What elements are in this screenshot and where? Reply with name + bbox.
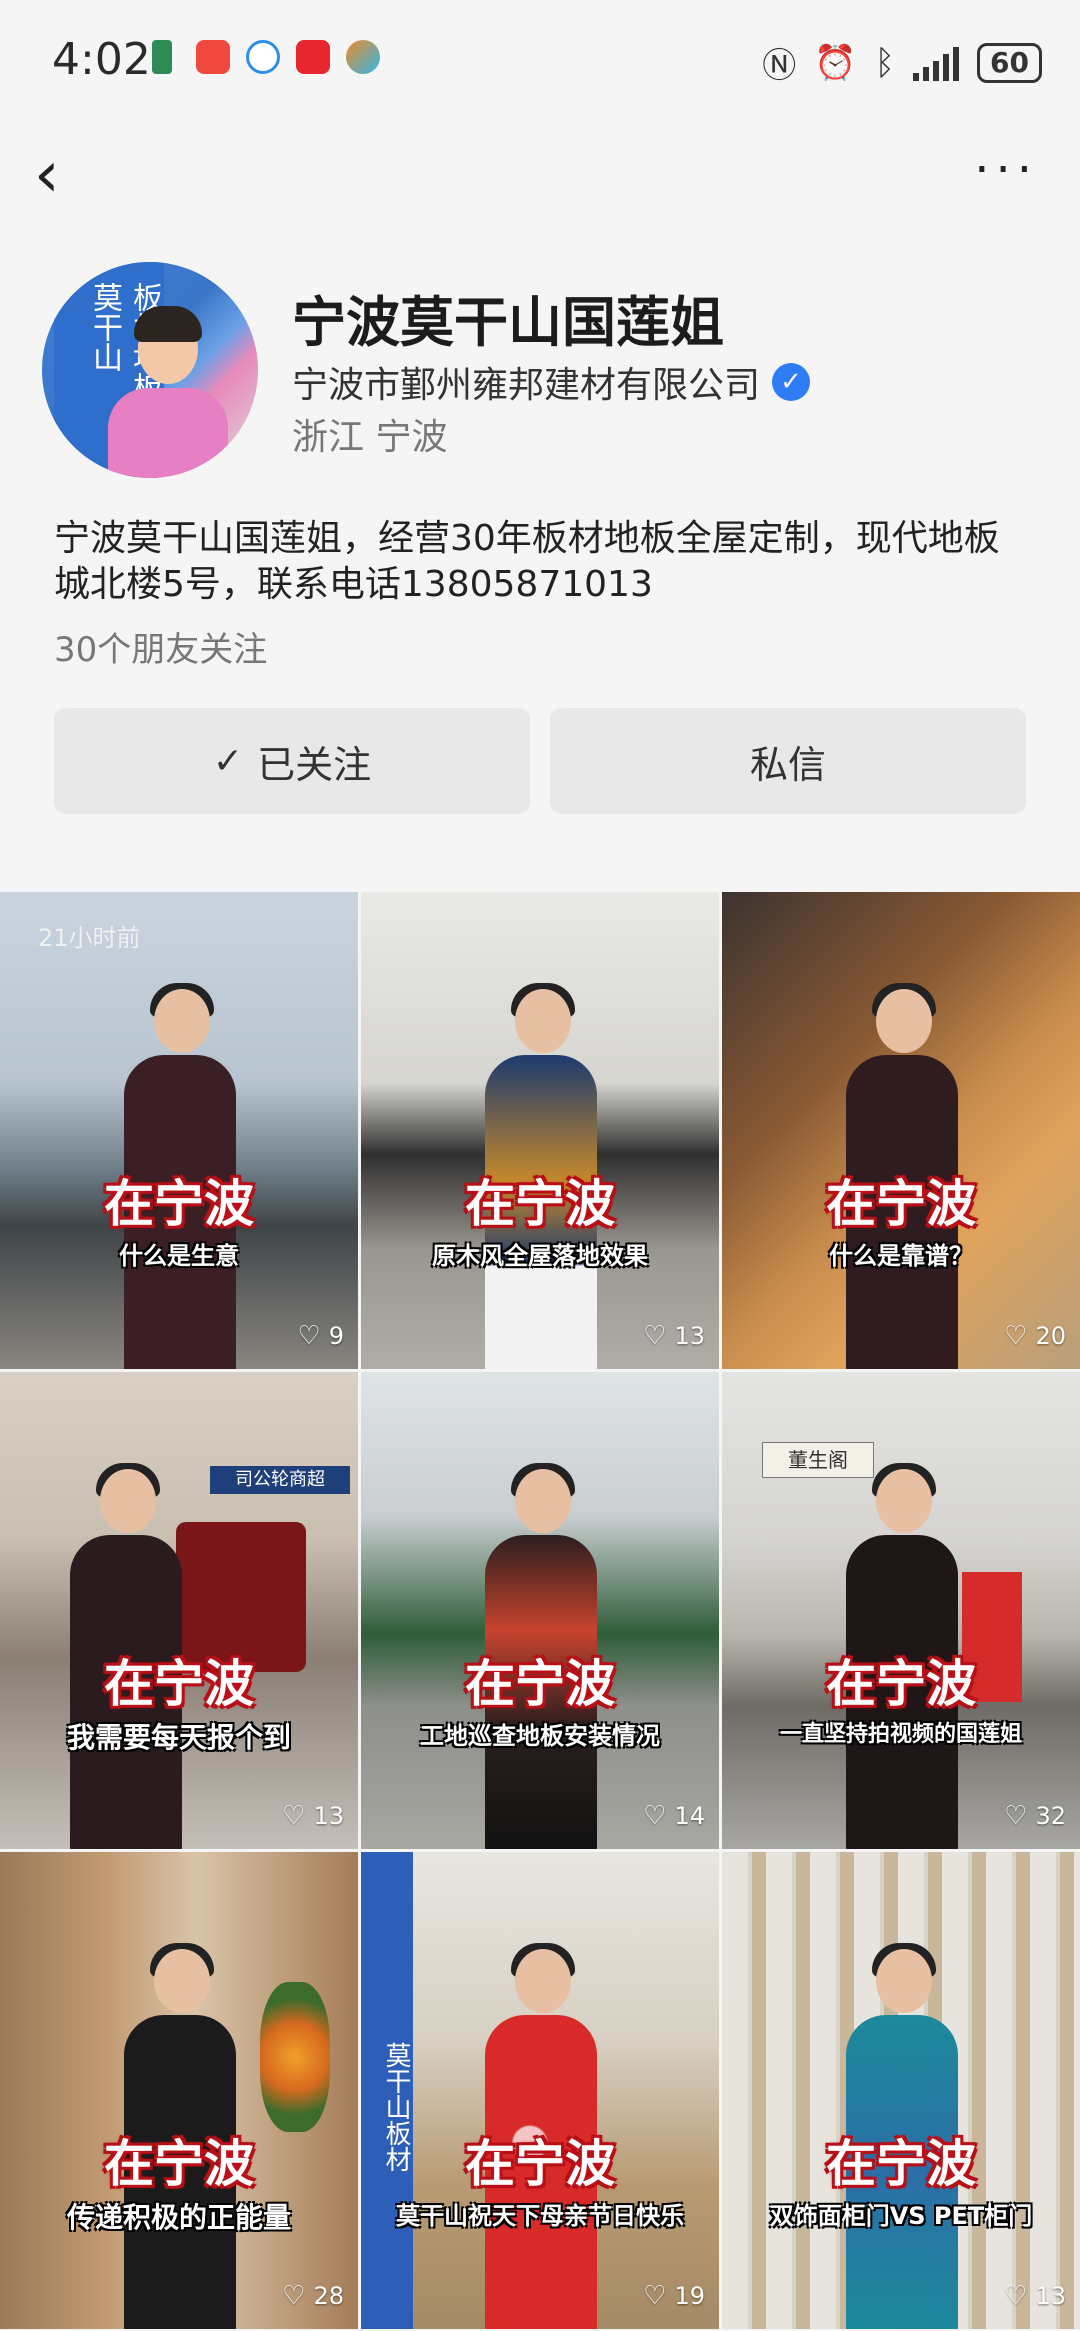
video-tile[interactable]: 在宁波 传递积极的正能量 ♡ 28 (0, 1852, 358, 2329)
verified-icon: ✓ (772, 363, 811, 401)
video-title: 在宁波 (826, 1655, 976, 1713)
video-grid: 21小时前 在宁波 什么是生意 ♡ 9 在宁波 原木风全屋落地效果 ♡ 13 在宁波… (0, 892, 1080, 2331)
status-icons: Ⓝ ⏰ ᛒ 60 (762, 38, 1042, 87)
video-title: 在宁波 (826, 2135, 976, 2193)
like-count: ♡ 13 (282, 1801, 344, 1831)
shopping-app-icon (196, 40, 230, 74)
status-time: 4:02 (52, 34, 151, 85)
shop-sign: 司公轮商超 (210, 1466, 350, 1494)
following-label: 已关注 (257, 742, 372, 787)
video-subtitle: 工地巡查地板安装情况 (420, 1722, 660, 1750)
like-count: ♡ 9 (297, 1321, 344, 1351)
video-subtitle: 什么是生意 (119, 1242, 239, 1270)
video-subtitle: 我需要每天报个到 (66, 1721, 291, 1754)
video-title: 在宁波 (465, 1175, 615, 1233)
check-icon: ✓ (212, 740, 244, 782)
status-bar: 4:02 Ⓝ ⏰ ᛒ 60 (0, 0, 1080, 120)
video-title: 在宁波 (465, 1655, 615, 1713)
video-title: 在宁波 (104, 1655, 254, 1713)
video-title: 在宁波 (104, 2135, 254, 2193)
video-tile[interactable]: 在宁波 工地巡查地板安装情况 ♡ 14 (361, 1372, 719, 1849)
video-tile[interactable]: 21小时前 在宁波 什么是生意 ♡ 9 (0, 892, 358, 1369)
video-tile[interactable]: 莫干山板材 在宁波 莫干山祝天下母亲节日快乐 ♡ 19 (361, 1852, 719, 2329)
message-button[interactable]: 私信 (550, 708, 1026, 814)
video-app-icon (296, 40, 330, 74)
video-tile[interactable]: 董生阁 在宁波 一直坚持拍视频的国莲姐 ♡ 32 (722, 1372, 1080, 1849)
bio: 宁波莫干山国莲姐，经营30年板材地板全屋定制，现代地板城北楼5号，联系电话138… (54, 518, 1000, 605)
more-dots-icon[interactable]: ··· (974, 146, 1038, 194)
flower-plant (260, 1982, 330, 2132)
video-title: 在宁波 (465, 2135, 615, 2193)
heart-icon: ♡ (1004, 2281, 1028, 2311)
back-icon[interactable]: ‹ (34, 140, 74, 210)
heart-icon: ♡ (282, 2281, 306, 2311)
video-subtitle: 一直坚持拍视频的国莲姐 (779, 1722, 1022, 1747)
browser-app-icon (346, 40, 380, 74)
message-label: 私信 (749, 742, 826, 787)
location: 浙江 宁波 (292, 417, 448, 458)
like-count: ♡ 20 (1004, 1321, 1066, 1351)
pillar-sign: 莫干山板材 (361, 1852, 413, 2329)
profile-name: 宁波莫干山国莲姐 (292, 291, 724, 354)
app-notification-icon (152, 40, 172, 74)
friends-following[interactable]: 30个朋友关注 (54, 622, 267, 671)
like-count: ♡ 32 (1004, 1801, 1066, 1831)
like-count: ♡ 28 (282, 2281, 344, 2311)
company-row[interactable]: 宁波市鄞州雍邦建材有限公司 ✓ (292, 356, 811, 408)
video-title: 在宁波 (826, 1175, 976, 1233)
video-subtitle: 什么是靠谱？ (829, 1242, 973, 1270)
following-button[interactable]: ✓ 已关注 (54, 708, 530, 814)
video-time: 21小时前 (38, 924, 141, 952)
video-tile[interactable]: 在宁波 什么是靠谱？ ♡ 20 (722, 892, 1080, 1369)
chat-app-icon (246, 40, 280, 74)
like-count: ♡ 13 (1004, 2281, 1066, 2311)
heart-icon: ♡ (1004, 1801, 1028, 1831)
like-count: ♡ 13 (643, 1321, 705, 1351)
heart-icon: ♡ (297, 1321, 321, 1351)
company-name: 宁波市鄞州雍邦建材有限公司 (292, 365, 761, 406)
avatar[interactable]: 板材地板 宁波莫干山 (42, 262, 258, 478)
video-tile[interactable]: 在宁波 原木风全屋落地效果 ♡ 13 (361, 892, 719, 1369)
heart-icon: ♡ (1004, 1321, 1028, 1351)
video-subtitle: 传递积极的正能量 (66, 2201, 291, 2234)
signal-icon (913, 45, 960, 81)
like-count: ♡ 14 (643, 1801, 705, 1831)
bluetooth-icon: ᛒ (874, 42, 896, 83)
video-subtitle: 莫干山祝天下母亲节日快乐 (396, 2202, 684, 2230)
heart-icon: ♡ (643, 1801, 667, 1831)
video-title: 在宁波 (104, 1175, 254, 1233)
like-count: ♡ 19 (643, 2281, 705, 2311)
heart-icon: ♡ (282, 1801, 306, 1831)
video-subtitle: 双饰面柜门VS PET柜门 (769, 2202, 1033, 2230)
alarm-icon: ⏰ (814, 42, 857, 83)
video-subtitle: 原木风全屋落地效果 (432, 1242, 648, 1270)
video-tile[interactable]: 司公轮商超 在宁波 我需要每天报个到 ♡ 13 (0, 1372, 358, 1849)
battery-icon: 60 (977, 42, 1042, 83)
nfc-icon: Ⓝ (762, 46, 797, 86)
heart-icon: ♡ (643, 2281, 667, 2311)
video-tile[interactable]: 在宁波 双饰面柜门VS PET柜门 ♡ 13 (722, 1852, 1080, 2329)
heart-icon: ♡ (643, 1321, 667, 1351)
